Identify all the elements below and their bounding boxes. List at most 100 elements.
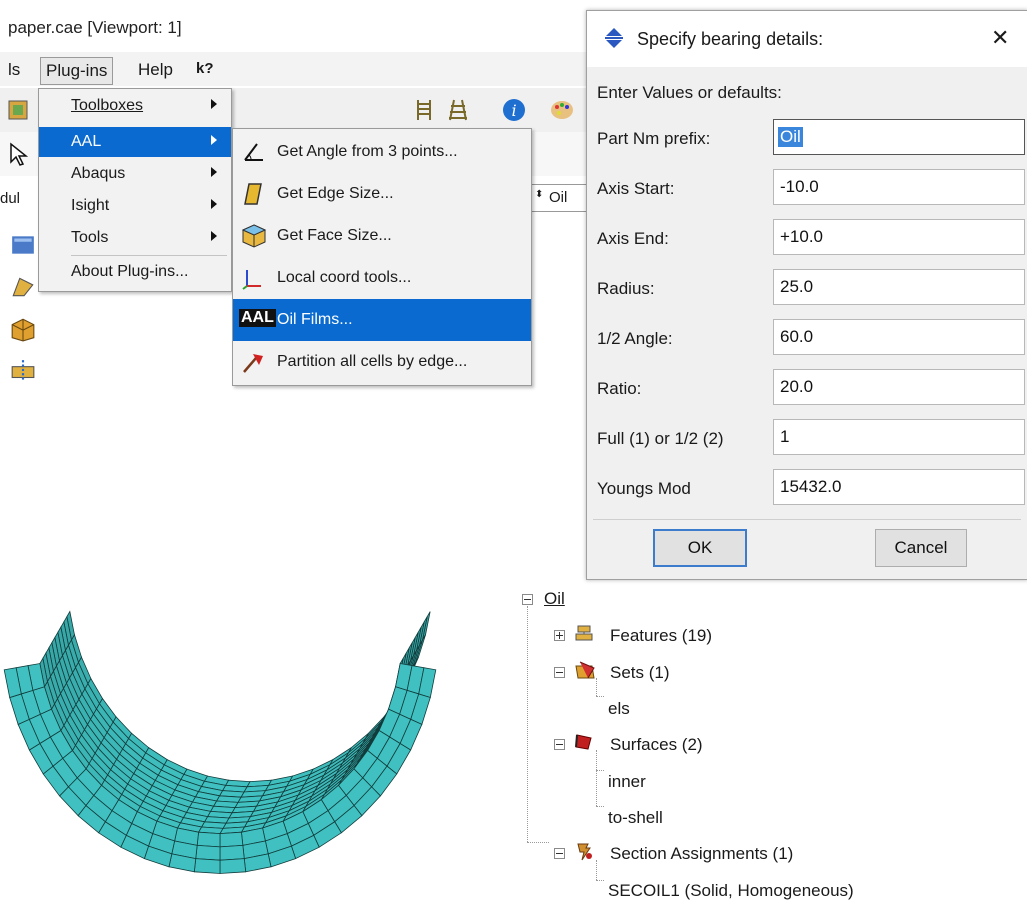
menu-item-about-plug-ins[interactable]: About Plug-ins... <box>39 257 231 287</box>
menu-item-isight[interactable]: Isight <box>39 191 231 221</box>
field-label: 1/2 Angle: <box>597 329 673 348</box>
menu-item-oil-films[interactable]: AAL Oil Films... <box>233 299 531 341</box>
mesh-element <box>193 858 221 874</box>
mesh-element <box>219 831 244 848</box>
cancel-button[interactable]: Cancel <box>875 529 967 567</box>
mesh-element <box>219 858 247 874</box>
menu-item-label: Isight <box>71 197 110 214</box>
datum-icon[interactable] <box>10 358 36 384</box>
tree-node-sets[interactable]: Sets (1) <box>610 663 670 683</box>
mesh-element <box>196 831 221 848</box>
tree-node-surfaces[interactable]: Surfaces (2) <box>610 735 703 755</box>
field-youngs-mod: Youngs Mod <box>587 467 1027 509</box>
tree-line <box>596 806 604 807</box>
context-help-icon[interactable]: k? <box>196 60 214 77</box>
menu-item-abaqus[interactable]: Abaqus <box>39 159 231 189</box>
submenu-arrow-icon <box>211 167 217 177</box>
aal-logo-icon: AAL <box>239 309 276 327</box>
youngs-mod-input[interactable] <box>773 469 1025 505</box>
section-assignment-icon <box>577 843 592 861</box>
menu-item-label: Toolboxes <box>71 97 144 114</box>
field-axis-start: Axis Start: <box>587 167 1027 209</box>
half-angle-input[interactable] <box>773 319 1025 355</box>
menu-item-get-edge-size[interactable]: Get Edge Size... <box>233 173 531 215</box>
field-label: Axis End: <box>597 229 669 248</box>
tree-leaf-secoil1[interactable]: SECOIL1 (Solid, Homogeneous) <box>608 881 854 901</box>
menu-item-aal[interactable]: AAL <box>39 127 231 157</box>
select-arrow-icon[interactable] <box>6 142 30 166</box>
selected-text: Oil <box>778 127 803 147</box>
expand-icon[interactable] <box>554 630 565 641</box>
tree-line <box>596 860 597 880</box>
menu-tools-partial[interactable]: ls <box>8 60 20 80</box>
dialog-hint: Enter Values or defaults: <box>597 83 782 102</box>
tree-node-features[interactable]: Features (19) <box>610 626 712 646</box>
full-or-half-input[interactable] <box>773 419 1025 455</box>
tree-line <box>596 880 604 881</box>
coord-axes-icon <box>242 270 261 290</box>
mesh-element <box>195 844 221 861</box>
collapse-icon[interactable] <box>554 848 565 859</box>
bearing-details-dialog: Specify bearing details: ✕ Enter Values … <box>586 10 1027 580</box>
collapse-icon[interactable] <box>554 667 565 678</box>
menu-item-label: Abaqus <box>71 165 126 182</box>
tree-leaf-to-shell[interactable]: to-shell <box>608 808 663 828</box>
dialog-separator <box>593 519 1021 520</box>
plug-ins-menu: Toolboxes AAL Abaqus Isight Tools About … <box>38 88 232 292</box>
dialog-titlebar[interactable]: Specify bearing details: ✕ <box>587 11 1027 67</box>
menu-item-get-face-size[interactable]: Get Face Size... <box>233 215 531 257</box>
info-icon[interactable]: i <box>502 98 526 122</box>
mesh-viewport[interactable] <box>0 540 515 908</box>
menu-item-toolboxes[interactable]: Toolboxes <box>39 91 231 121</box>
menu-item-label: Local coord tools... <box>277 269 412 286</box>
radius-input[interactable] <box>773 269 1025 305</box>
menu-item-label: Partition all cells by edge... <box>277 353 468 370</box>
field-part-prefix: Part Nm prefix: Oil <box>587 117 1027 159</box>
mesh-element <box>219 844 245 861</box>
part-prefix-input[interactable]: Oil <box>773 119 1025 155</box>
collapse-icon[interactable] <box>554 739 565 750</box>
create-feature-icon[interactable] <box>10 274 36 300</box>
menu-separator <box>71 255 227 256</box>
partition-cell-icon[interactable] <box>10 316 36 342</box>
bearing-mesh <box>3 610 437 874</box>
tree-line <box>527 606 528 842</box>
partition-axe-icon <box>243 354 263 373</box>
tree-root-oil[interactable]: Oil <box>544 589 565 609</box>
rail-icon[interactable] <box>446 98 470 122</box>
tree-leaf-inner[interactable]: inner <box>608 772 646 792</box>
module-icon[interactable] <box>6 98 30 122</box>
tree-node-section-assignments[interactable]: Section Assignments (1) <box>610 844 793 864</box>
tree-line <box>527 842 549 843</box>
collapse-icon[interactable] <box>522 594 533 605</box>
face-size-icon <box>241 224 267 248</box>
menu-item-label: Get Angle from 3 points... <box>277 143 458 160</box>
menu-plug-ins[interactable]: Plug-ins <box>40 57 114 85</box>
model-combo[interactable]: ⬍ Oil <box>530 184 592 212</box>
menu-item-local-coord-tools[interactable]: Local coord tools... <box>233 257 531 299</box>
ok-button[interactable]: OK <box>653 529 747 567</box>
features-icon <box>575 625 593 641</box>
axis-end-input[interactable] <box>773 219 1025 255</box>
menu-item-label: About Plug-ins... <box>71 263 189 280</box>
field-label: Youngs Mod <box>597 479 691 498</box>
submenu-arrow-icon <box>211 199 217 209</box>
menu-item-get-angle[interactable]: Get Angle from 3 points... <box>233 131 531 173</box>
menu-item-tools[interactable]: Tools <box>39 223 231 253</box>
submenu-arrow-icon <box>211 99 217 109</box>
ladder-icon[interactable] <box>412 98 436 122</box>
palette-icon[interactable] <box>550 98 574 122</box>
model-combo-value: Oil <box>549 189 568 206</box>
menu-help[interactable]: Help <box>138 60 173 80</box>
tree-line <box>596 770 604 771</box>
ratio-input[interactable] <box>773 369 1025 405</box>
create-part-icon[interactable] <box>10 232 36 258</box>
menu-item-partition-cells[interactable]: Partition all cells by edge... <box>233 341 531 383</box>
axis-start-input[interactable] <box>773 169 1025 205</box>
close-icon[interactable]: ✕ <box>991 25 1009 51</box>
tree-line <box>596 696 604 697</box>
menu-item-label: Get Face Size... <box>277 227 392 244</box>
aal-submenu: Get Angle from 3 points... Get Edge Size… <box>232 128 532 386</box>
tree-leaf-els[interactable]: els <box>608 699 630 719</box>
menu-item-label: AAL <box>71 133 102 150</box>
